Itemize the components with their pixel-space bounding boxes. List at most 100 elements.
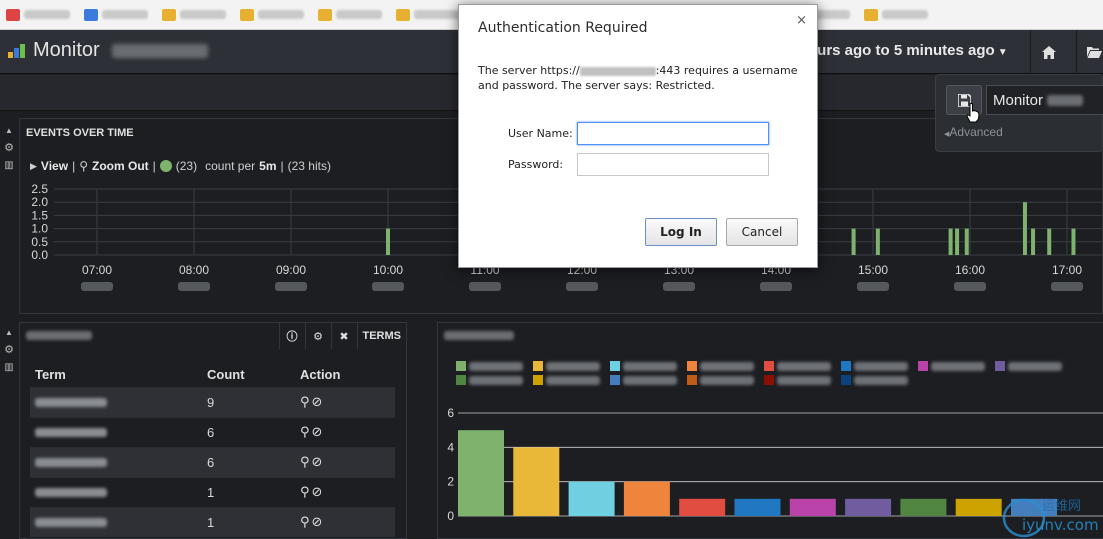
terms-bar: [900, 498, 947, 516]
close-icon[interactable]: ✖: [330, 323, 357, 349]
bookmark-item[interactable]: [240, 8, 304, 21]
legend-item[interactable]: [610, 375, 677, 385]
terms-bar: [458, 430, 504, 516]
series-color-dot[interactable]: [159, 160, 172, 172]
cancel-button[interactable]: Cancel: [726, 218, 798, 246]
search-icon[interactable]: ⚲: [300, 394, 312, 409]
legend-item[interactable]: [687, 375, 754, 385]
legend-item[interactable]: [995, 361, 1062, 371]
legend-item[interactable]: [764, 361, 831, 371]
legend-item[interactable]: [687, 361, 754, 371]
bookmark-item[interactable]: [6, 8, 70, 21]
columns-icon[interactable]: ▥: [4, 160, 13, 171]
bookmark-item[interactable]: [318, 8, 382, 21]
column-header-action: Action: [300, 367, 341, 383]
server-host-redacted: [579, 66, 656, 76]
save-dashboard-popover: Monitor ◀Advanced: [935, 74, 1103, 152]
term-cell: [30, 476, 202, 507]
action-cell: ⚲⊘: [295, 416, 395, 447]
ban-icon[interactable]: ⊘: [312, 454, 325, 469]
legend-item[interactable]: [764, 375, 831, 385]
terms-bar: [513, 447, 560, 516]
hand-cursor-icon: [966, 103, 980, 123]
table-row: 9 ⚲⊘: [30, 386, 395, 417]
legend-swatch: [610, 361, 620, 371]
legend-item[interactable]: [918, 361, 985, 371]
y-tick-label: 0: [447, 509, 454, 523]
legend-item[interactable]: [841, 361, 908, 371]
histogram-bar: [386, 228, 390, 255]
separator: |: [72, 159, 76, 173]
bookmark-label-redacted: [258, 10, 304, 19]
row-controls-bottom: ▲ ⚙ ▥: [0, 328, 18, 373]
timepicker-label: ours ago to 5 minutes ago: [808, 42, 995, 59]
gear-icon[interactable]: ⚙: [4, 141, 14, 154]
histogram-bar: [964, 228, 969, 255]
caret-down-icon: ▼: [997, 47, 1008, 58]
term-redacted: [35, 427, 107, 437]
ban-icon[interactable]: ⊘: [312, 514, 325, 529]
info-icon[interactable]: ⓘ: [278, 323, 305, 349]
term-redacted: [35, 517, 107, 527]
count-cell: 6: [202, 446, 295, 477]
terms-bar: [679, 498, 726, 516]
bookmark-item[interactable]: [162, 8, 226, 21]
legend-label-redacted: [623, 361, 677, 371]
close-icon[interactable]: ×: [796, 13, 807, 28]
legend-item[interactable]: [610, 361, 677, 371]
view-button[interactable]: View: [41, 159, 68, 173]
ban-icon[interactable]: ⊘: [312, 394, 325, 409]
y-tick-label: 1.5: [31, 208, 48, 222]
zoom-out-button[interactable]: Zoom Out: [92, 159, 149, 173]
collapse-row-icon[interactable]: ▲: [5, 328, 13, 337]
gear-icon[interactable]: ⚙: [304, 323, 331, 349]
count-cell: 1: [202, 506, 295, 537]
y-tick-label: 0.0: [31, 248, 48, 262]
folder-icon: [240, 8, 254, 21]
search-icon[interactable]: ⚲: [300, 424, 312, 439]
columns-icon[interactable]: ▥: [4, 362, 13, 373]
advanced-link[interactable]: ◀Advanced: [944, 125, 1003, 139]
log-in-button[interactable]: Log In: [645, 218, 717, 246]
search-icon[interactable]: ⚲: [300, 514, 312, 529]
folder-icon: [396, 8, 410, 21]
password-field[interactable]: [577, 153, 769, 176]
legend-item[interactable]: [533, 375, 600, 385]
ban-icon[interactable]: ⊘: [312, 484, 325, 499]
legend-label-redacted: [546, 375, 600, 385]
terms-panel-title-redacted: [26, 331, 92, 340]
home-button[interactable]: [1030, 30, 1066, 74]
dashboard-name-input[interactable]: Monitor: [986, 85, 1103, 115]
legend-item[interactable]: [841, 375, 908, 385]
search-icon[interactable]: ⚲: [300, 484, 312, 499]
x-tick-date-redacted: [663, 282, 695, 291]
brand[interactable]: Monitor: [8, 39, 208, 62]
bookmark-item[interactable]: [864, 8, 928, 21]
x-tick-label: 15:00: [858, 263, 888, 277]
bar-chart-legend: [456, 361, 1103, 385]
legend-item[interactable]: [456, 361, 523, 371]
term-cell: [30, 386, 202, 417]
y-tick-label: 0.5: [31, 235, 48, 249]
ban-icon[interactable]: ⊘: [312, 424, 325, 439]
bookmark-item[interactable]: [396, 8, 460, 21]
collapse-row-icon[interactable]: ▲: [5, 126, 13, 135]
interval-label[interactable]: 5m: [259, 159, 276, 173]
username-field[interactable]: [577, 122, 769, 145]
gear-icon[interactable]: ⚙: [4, 343, 14, 356]
load-dashboard-button[interactable]: [1076, 30, 1103, 74]
legend-label-redacted: [700, 375, 754, 385]
folder-icon: [84, 8, 98, 21]
terms-table: Term Count Action 9 ⚲⊘ 6 ⚲⊘ 6 ⚲⊘ 1 ⚲⊘ 1 ⚲⊘: [30, 363, 395, 537]
search-icon[interactable]: ⚲: [300, 454, 312, 469]
legend-item[interactable]: [533, 361, 600, 371]
term-redacted: [35, 487, 107, 497]
legend-item[interactable]: [456, 375, 523, 385]
message-prefix: The server https://: [478, 64, 580, 77]
bookmark-item[interactable]: [84, 8, 148, 21]
legend-swatch: [764, 361, 774, 371]
legend-swatch: [687, 375, 697, 385]
x-tick-label: 09:00: [276, 263, 306, 277]
timepicker[interactable]: ours ago to 5 minutes ago ▼: [808, 42, 1008, 59]
dashboard-title-redacted: [111, 43, 208, 58]
